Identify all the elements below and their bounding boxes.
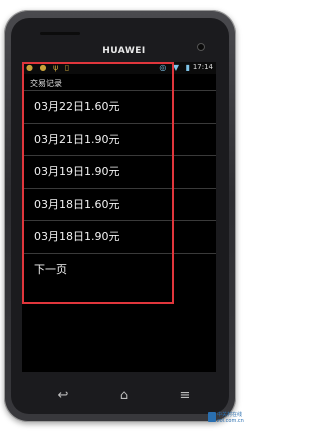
- back-icon[interactable]: ↩: [48, 386, 78, 406]
- front-camera: [197, 43, 205, 51]
- phone-body: HUAWEI ● ● ψ ▯ ◎ ▼ ▮ 17:14 交易记录 03月22日1.…: [4, 10, 236, 422]
- watermark-text: 中关村在线 zol.com.cn: [217, 412, 244, 424]
- navigation-bar: ↩ ⌂ ≡: [44, 386, 204, 406]
- earpiece: [40, 32, 80, 35]
- home-icon[interactable]: ⌂: [109, 386, 139, 406]
- menu-icon[interactable]: ≡: [170, 386, 200, 406]
- highlight-box: [22, 62, 174, 304]
- brand-logo: HUAWEI: [102, 46, 146, 56]
- status-time: 17:14: [192, 63, 213, 71]
- watermark-logo: 中关村在线 zol.com.cn: [208, 412, 244, 428]
- watermark-icon: [208, 412, 216, 422]
